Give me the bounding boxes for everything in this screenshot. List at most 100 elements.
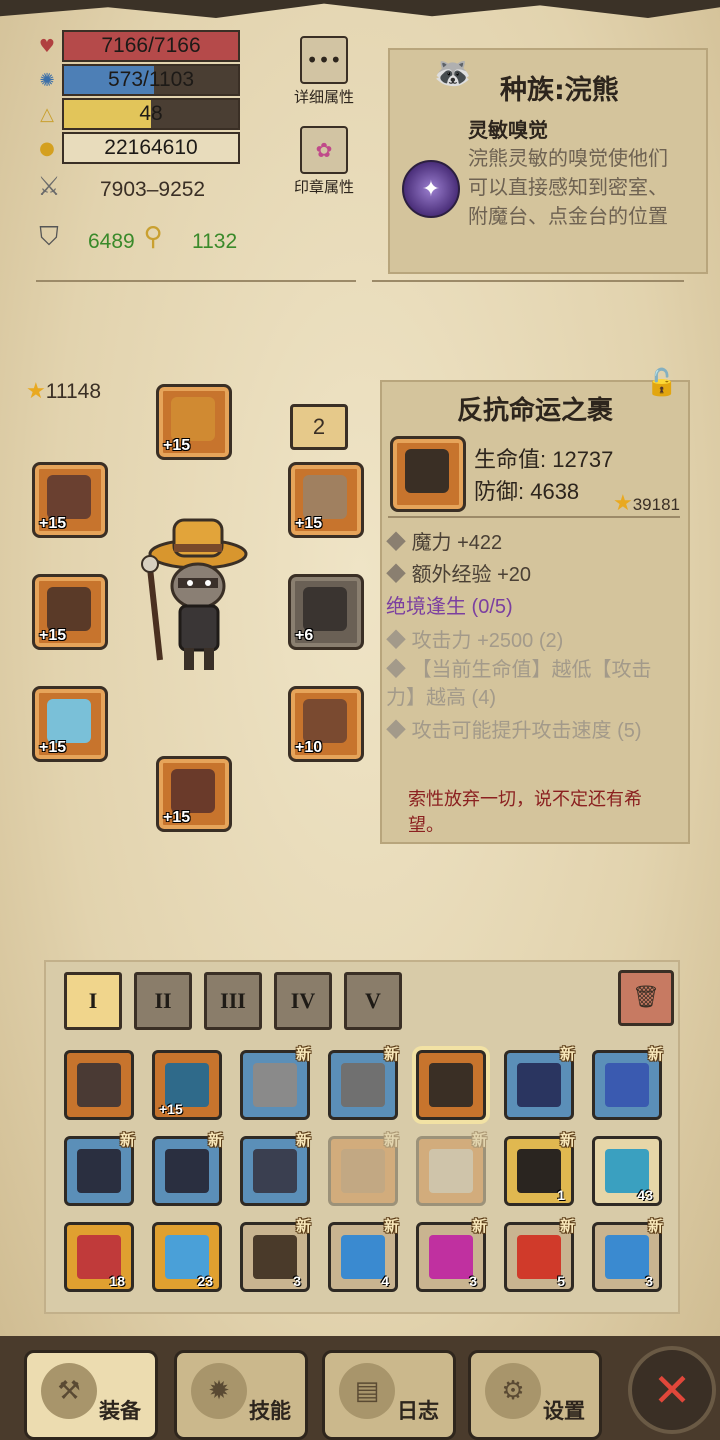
item-score-value: 39181	[632, 495, 680, 514]
race-title: 种族:浣熊	[500, 75, 619, 106]
loadout-number-badge[interactable]: 2	[290, 404, 348, 450]
ring-slot[interactable]: +15	[32, 686, 108, 762]
item-icon	[165, 1149, 209, 1193]
close-button[interactable]: ✕	[628, 1346, 716, 1434]
set-bonus-line: ◆ 攻击可能提升攻击速度 (5)	[386, 720, 642, 742]
nav-settings-button[interactable]: ⚙ 设置	[468, 1350, 602, 1440]
raccoon-character	[141, 518, 248, 670]
detail-attributes-button[interactable]: ••• 详细属性	[288, 36, 360, 107]
hp-row: ♥ 7166/7166	[36, 30, 240, 62]
gem-ring-icon	[47, 699, 91, 743]
trash-icon[interactable]: 🗑	[618, 970, 674, 1026]
left-top-level: +15	[39, 515, 67, 532]
item-icon	[605, 1235, 649, 1279]
item-count: 18	[109, 1273, 125, 1289]
raccoon-skill-icon: ✦	[402, 160, 460, 218]
staff-icon	[47, 587, 91, 631]
inventory-item[interactable]	[416, 1050, 486, 1120]
exp-bar: 48	[62, 98, 240, 130]
inventory-item[interactable]: 新	[152, 1131, 223, 1206]
axe-icon: ⚒	[41, 1363, 97, 1419]
set-name: 绝境逢生 (0/5)	[386, 596, 513, 618]
item-icon	[253, 1235, 297, 1279]
item-count: 3	[469, 1273, 477, 1289]
item-level: +15	[159, 1101, 183, 1117]
nav-log-button[interactable]: ▤ 日志	[322, 1350, 456, 1440]
amulet-level: +15	[163, 809, 191, 826]
item-count: 1	[557, 1187, 565, 1203]
tab-5[interactable]: V	[344, 972, 402, 1030]
item-icon	[77, 1149, 121, 1193]
inventory-item[interactable]: 新5	[504, 1217, 575, 1292]
belt-level: +10	[295, 739, 323, 756]
inventory-item[interactable]	[64, 1050, 134, 1120]
new-badge: 新	[119, 1131, 135, 1149]
helmet-slot[interactable]: +15	[156, 384, 232, 460]
nav-skills-label: 技能	[249, 1399, 291, 1423]
amulet-slot[interactable]: +15	[156, 756, 232, 832]
gold-box: 22164610	[62, 132, 240, 164]
armor-level: +6	[295, 627, 314, 644]
attack-value: 7903–9252	[100, 178, 206, 201]
item-flavor-quote: 索性放弃一切，说不定还有希望。	[408, 789, 642, 835]
inventory-item[interactable]: 新	[416, 1131, 487, 1206]
item-icon	[517, 1063, 561, 1107]
left-top-slot[interactable]: +15	[32, 462, 108, 538]
inventory-item[interactable]: 新	[504, 1045, 575, 1120]
tab-2[interactable]: II	[134, 972, 192, 1030]
inventory-item[interactable]: 新	[240, 1131, 311, 1206]
item-count: 23	[197, 1273, 213, 1289]
inventory-item[interactable]: 新1	[504, 1131, 575, 1206]
item-icon	[341, 1063, 385, 1107]
unlock-padlock-icon[interactable]: 🔓	[646, 368, 678, 398]
nav-settings-label: 设置	[543, 1399, 585, 1423]
new-badge: 新	[207, 1131, 223, 1149]
item-count: 5	[557, 1273, 565, 1289]
item-armor-icon	[405, 449, 449, 493]
item-icon	[429, 1063, 473, 1107]
inventory-item[interactable]: 23	[152, 1222, 222, 1292]
set-bonus-text: 【当前生命值】越低【攻击力】越高 (4)	[386, 659, 652, 709]
tab-1[interactable]: I	[64, 972, 122, 1030]
nav-equip-button[interactable]: ⚒ 装备	[24, 1350, 158, 1440]
item-icon	[253, 1149, 297, 1193]
inventory-item[interactable]: 新	[328, 1131, 399, 1206]
gold-value: 22164610	[104, 136, 198, 159]
seal-attributes-button[interactable]: ✿ 印章属性	[288, 126, 360, 197]
weapon-slot[interactable]: +15	[32, 574, 108, 650]
new-badge: 新	[559, 1045, 575, 1063]
item-icon	[429, 1235, 473, 1279]
item-icon	[605, 1063, 649, 1107]
inventory-item[interactable]: 新	[592, 1045, 663, 1120]
divider-left	[36, 280, 356, 282]
tab-4[interactable]: IV	[274, 972, 332, 1030]
item-icon	[341, 1149, 385, 1193]
inventory-item[interactable]: 新3	[416, 1217, 487, 1292]
tab-3[interactable]: III	[204, 972, 262, 1030]
new-badge: 新	[559, 1131, 575, 1149]
belt-slot[interactable]: +10	[288, 686, 364, 762]
defense-value: 6489	[88, 230, 135, 253]
nav-equip-label: 装备	[99, 1399, 141, 1423]
inventory-item[interactable]: 新4	[328, 1217, 399, 1292]
inventory-item[interactable]: 43	[592, 1136, 662, 1206]
hp-value: 7166/7166	[101, 34, 201, 57]
new-badge: 新	[647, 1217, 663, 1235]
bonus-text: 额外经验 +20	[411, 564, 532, 586]
inventory-item[interactable]: +15	[152, 1050, 222, 1120]
new-badge: 新	[295, 1217, 311, 1235]
gold-icon: ●	[39, 137, 55, 159]
inventory-item[interactable]: 新	[328, 1045, 399, 1120]
nav-log-label: 日志	[397, 1399, 439, 1423]
nav-skills-button[interactable]: ✹ 技能	[174, 1350, 308, 1440]
inventory-item[interactable]: 新3	[592, 1217, 663, 1292]
inventory-item[interactable]: 新	[64, 1131, 135, 1206]
inventory-item[interactable]: 新	[240, 1045, 311, 1120]
inventory-item[interactable]: 18	[64, 1222, 134, 1292]
equipment-power: ★11148	[26, 378, 101, 404]
shield-icon: ⛉	[39, 221, 59, 252]
new-badge: 新	[295, 1045, 311, 1063]
armor-slot[interactable]: +6	[288, 574, 364, 650]
accessory-slot[interactable]: +15	[288, 462, 364, 538]
inventory-item[interactable]: 新3	[240, 1217, 311, 1292]
